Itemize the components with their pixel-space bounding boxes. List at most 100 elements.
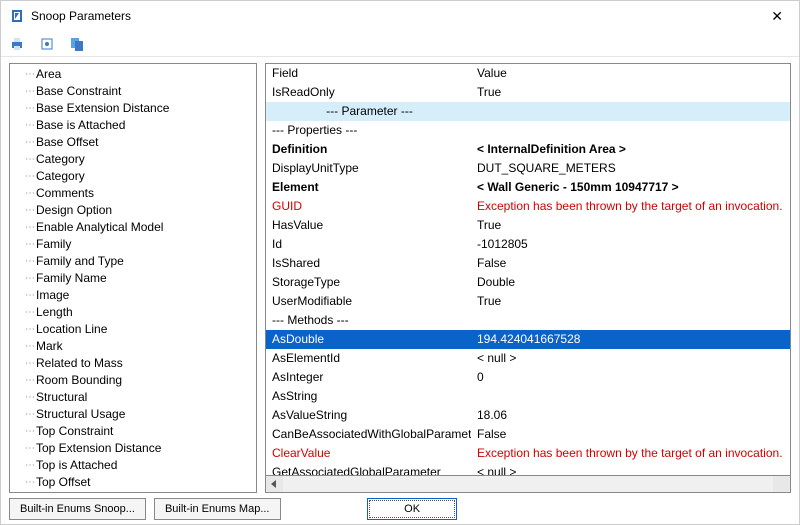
tree-item[interactable]: ⋯Length [16, 304, 256, 321]
tree-item-label: Length [36, 304, 73, 321]
tree-item-label: Base is Attached [36, 117, 125, 134]
property-grid[interactable]: Field Value IsReadOnlyTrue--- Parameter … [265, 63, 791, 476]
grid-row[interactable]: HasValueTrue [266, 216, 790, 235]
grid-row[interactable]: --- Properties --- [266, 121, 790, 140]
ok-button[interactable]: OK [367, 498, 457, 520]
grid-row[interactable]: IsSharedFalse [266, 254, 790, 273]
grid-row[interactable]: CanBeAssociatedWithGlobalParametersFalse [266, 425, 790, 444]
grid-table: Field Value IsReadOnlyTrue--- Parameter … [266, 64, 790, 476]
copy-icon[interactable] [69, 36, 85, 52]
tree-item[interactable]: ⋯Design Option [16, 202, 256, 219]
tree-item[interactable]: ⋯Image [16, 287, 256, 304]
tree: ⋯Area⋯Base Constraint⋯Base Extension Dis… [10, 64, 256, 493]
tree-item[interactable]: ⋯Category [16, 168, 256, 185]
grid-cell-field: HasValue [266, 216, 471, 235]
tree-item[interactable]: ⋯Mark [16, 338, 256, 355]
print-icon[interactable] [9, 36, 25, 52]
grid-row[interactable]: DisplayUnitTypeDUT_SQUARE_METERS [266, 159, 790, 178]
tree-item-label: Base Constraint [36, 83, 121, 100]
tree-item[interactable]: ⋯Related to Mass [16, 355, 256, 372]
grid-cell-value: 18.06 [471, 406, 790, 425]
tree-item[interactable]: ⋯Top Offset [16, 474, 256, 491]
grid-cell-value: True [471, 216, 790, 235]
grid-row[interactable]: Id-1012805 [266, 235, 790, 254]
tree-item[interactable]: ⋯Top Extension Distance [16, 440, 256, 457]
grid-cell-field: --- Parameter --- [266, 102, 471, 121]
grid-row[interactable]: Element< Wall Generic - 150mm 10947717 > [266, 178, 790, 197]
grid-row[interactable]: StorageTypeDouble [266, 273, 790, 292]
grid-cell-field: --- Methods --- [266, 311, 471, 330]
grid-cell-value [471, 387, 790, 406]
enums-snoop-button[interactable]: Built-in Enums Snoop... [9, 498, 146, 520]
tree-item-label: Type [36, 491, 62, 493]
tree-item-label: Category [36, 168, 85, 185]
horizontal-scrollbar[interactable] [265, 476, 791, 493]
tree-item[interactable]: ⋯Base Offset [16, 134, 256, 151]
tree-item-label: Family Name [36, 270, 107, 287]
tree-item[interactable]: ⋯Enable Analytical Model [16, 219, 256, 236]
tree-item-label: Structural Usage [36, 406, 125, 423]
grid-cell-value [471, 121, 790, 140]
tree-item[interactable]: ⋯Family [16, 236, 256, 253]
scroll-right-icon[interactable] [780, 480, 785, 488]
tree-item[interactable]: ⋯Family and Type [16, 253, 256, 270]
grid-cell-value: 194.424041667528 [471, 330, 790, 349]
new-frame-icon[interactable] [39, 36, 55, 52]
tree-connector-icon: ⋯ [16, 100, 34, 117]
grid-cell-value: True [471, 83, 790, 102]
tree-item[interactable]: ⋯Structural Usage [16, 406, 256, 423]
grid-cell-value: < Wall Generic - 150mm 10947717 > [471, 178, 790, 197]
tree-item-label: Design Option [36, 202, 112, 219]
grid-cell-field: GetAssociatedGlobalParameter [266, 463, 471, 476]
grid-row[interactable]: ClearValueException has been thrown by t… [266, 444, 790, 463]
tree-item[interactable]: ⋯Base Extension Distance [16, 100, 256, 117]
tree-item[interactable]: ⋯Family Name [16, 270, 256, 287]
tree-item[interactable]: ⋯Top Constraint [16, 423, 256, 440]
grid-cell-field: AsValueString [266, 406, 471, 425]
grid-cell-field: AsInteger [266, 368, 471, 387]
tree-item[interactable]: ⋯Top is Attached [16, 457, 256, 474]
tree-item[interactable]: ⋯Structural [16, 389, 256, 406]
grid-cell-value: < InternalDefinition Area > [471, 140, 790, 159]
tree-item[interactable]: ⋯Comments [16, 185, 256, 202]
tree-connector-icon: ⋯ [16, 236, 34, 253]
tree-item[interactable]: ⋯Base Constraint [16, 83, 256, 100]
content-area: ⋯Area⋯Base Constraint⋯Base Extension Dis… [1, 57, 799, 493]
grid-row[interactable]: AsElementId< null > [266, 349, 790, 368]
grid-row[interactable]: --- Parameter --- [266, 102, 790, 121]
scroll-left-icon[interactable] [271, 480, 276, 488]
grid-row[interactable]: Definition< InternalDefinition Area > [266, 140, 790, 159]
grid-row[interactable]: GetAssociatedGlobalParameter< null > [266, 463, 790, 476]
enums-map-button[interactable]: Built-in Enums Map... [154, 498, 281, 520]
grid-cell-value: DUT_SQUARE_METERS [471, 159, 790, 178]
tree-item[interactable]: ⋯Room Bounding [16, 372, 256, 389]
grid-cell-field: --- Properties --- [266, 121, 471, 140]
grid-row[interactable]: IsReadOnlyTrue [266, 83, 790, 102]
tree-item[interactable]: ⋯Base is Attached [16, 117, 256, 134]
tree-item-label: Top Constraint [36, 423, 113, 440]
grid-row[interactable]: --- Methods --- [266, 311, 790, 330]
grid-row[interactable]: AsString [266, 387, 790, 406]
window-title: Snoop Parameters [31, 9, 763, 23]
grid-row[interactable]: UserModifiableTrue [266, 292, 790, 311]
tree-item-label: Base Offset [36, 134, 98, 151]
close-button[interactable]: ✕ [763, 4, 791, 29]
tree-pane[interactable]: ⋯Area⋯Base Constraint⋯Base Extension Dis… [9, 63, 257, 493]
tree-item[interactable]: ⋯Type [16, 491, 256, 493]
tree-item[interactable]: ⋯Area [16, 66, 256, 83]
tree-item-label: Base Extension Distance [36, 100, 169, 117]
grid-cell-field: IsShared [266, 254, 471, 273]
tree-item[interactable]: ⋯Location Line [16, 321, 256, 338]
tree-connector-icon: ⋯ [16, 406, 34, 423]
toolbar [1, 31, 799, 57]
tree-item[interactable]: ⋯Category [16, 151, 256, 168]
grid-row[interactable]: AsValueString18.06 [266, 406, 790, 425]
grid-row[interactable]: AsInteger0 [266, 368, 790, 387]
grid-row[interactable]: AsDouble194.424041667528 [266, 330, 790, 349]
tree-item-label: Area [36, 66, 61, 83]
grid-row[interactable]: GUIDException has been thrown by the tar… [266, 197, 790, 216]
tree-connector-icon: ⋯ [16, 134, 34, 151]
tree-connector-icon: ⋯ [16, 338, 34, 355]
tree-item-label: Top Extension Distance [36, 440, 161, 457]
grid-cell-value [471, 102, 790, 121]
